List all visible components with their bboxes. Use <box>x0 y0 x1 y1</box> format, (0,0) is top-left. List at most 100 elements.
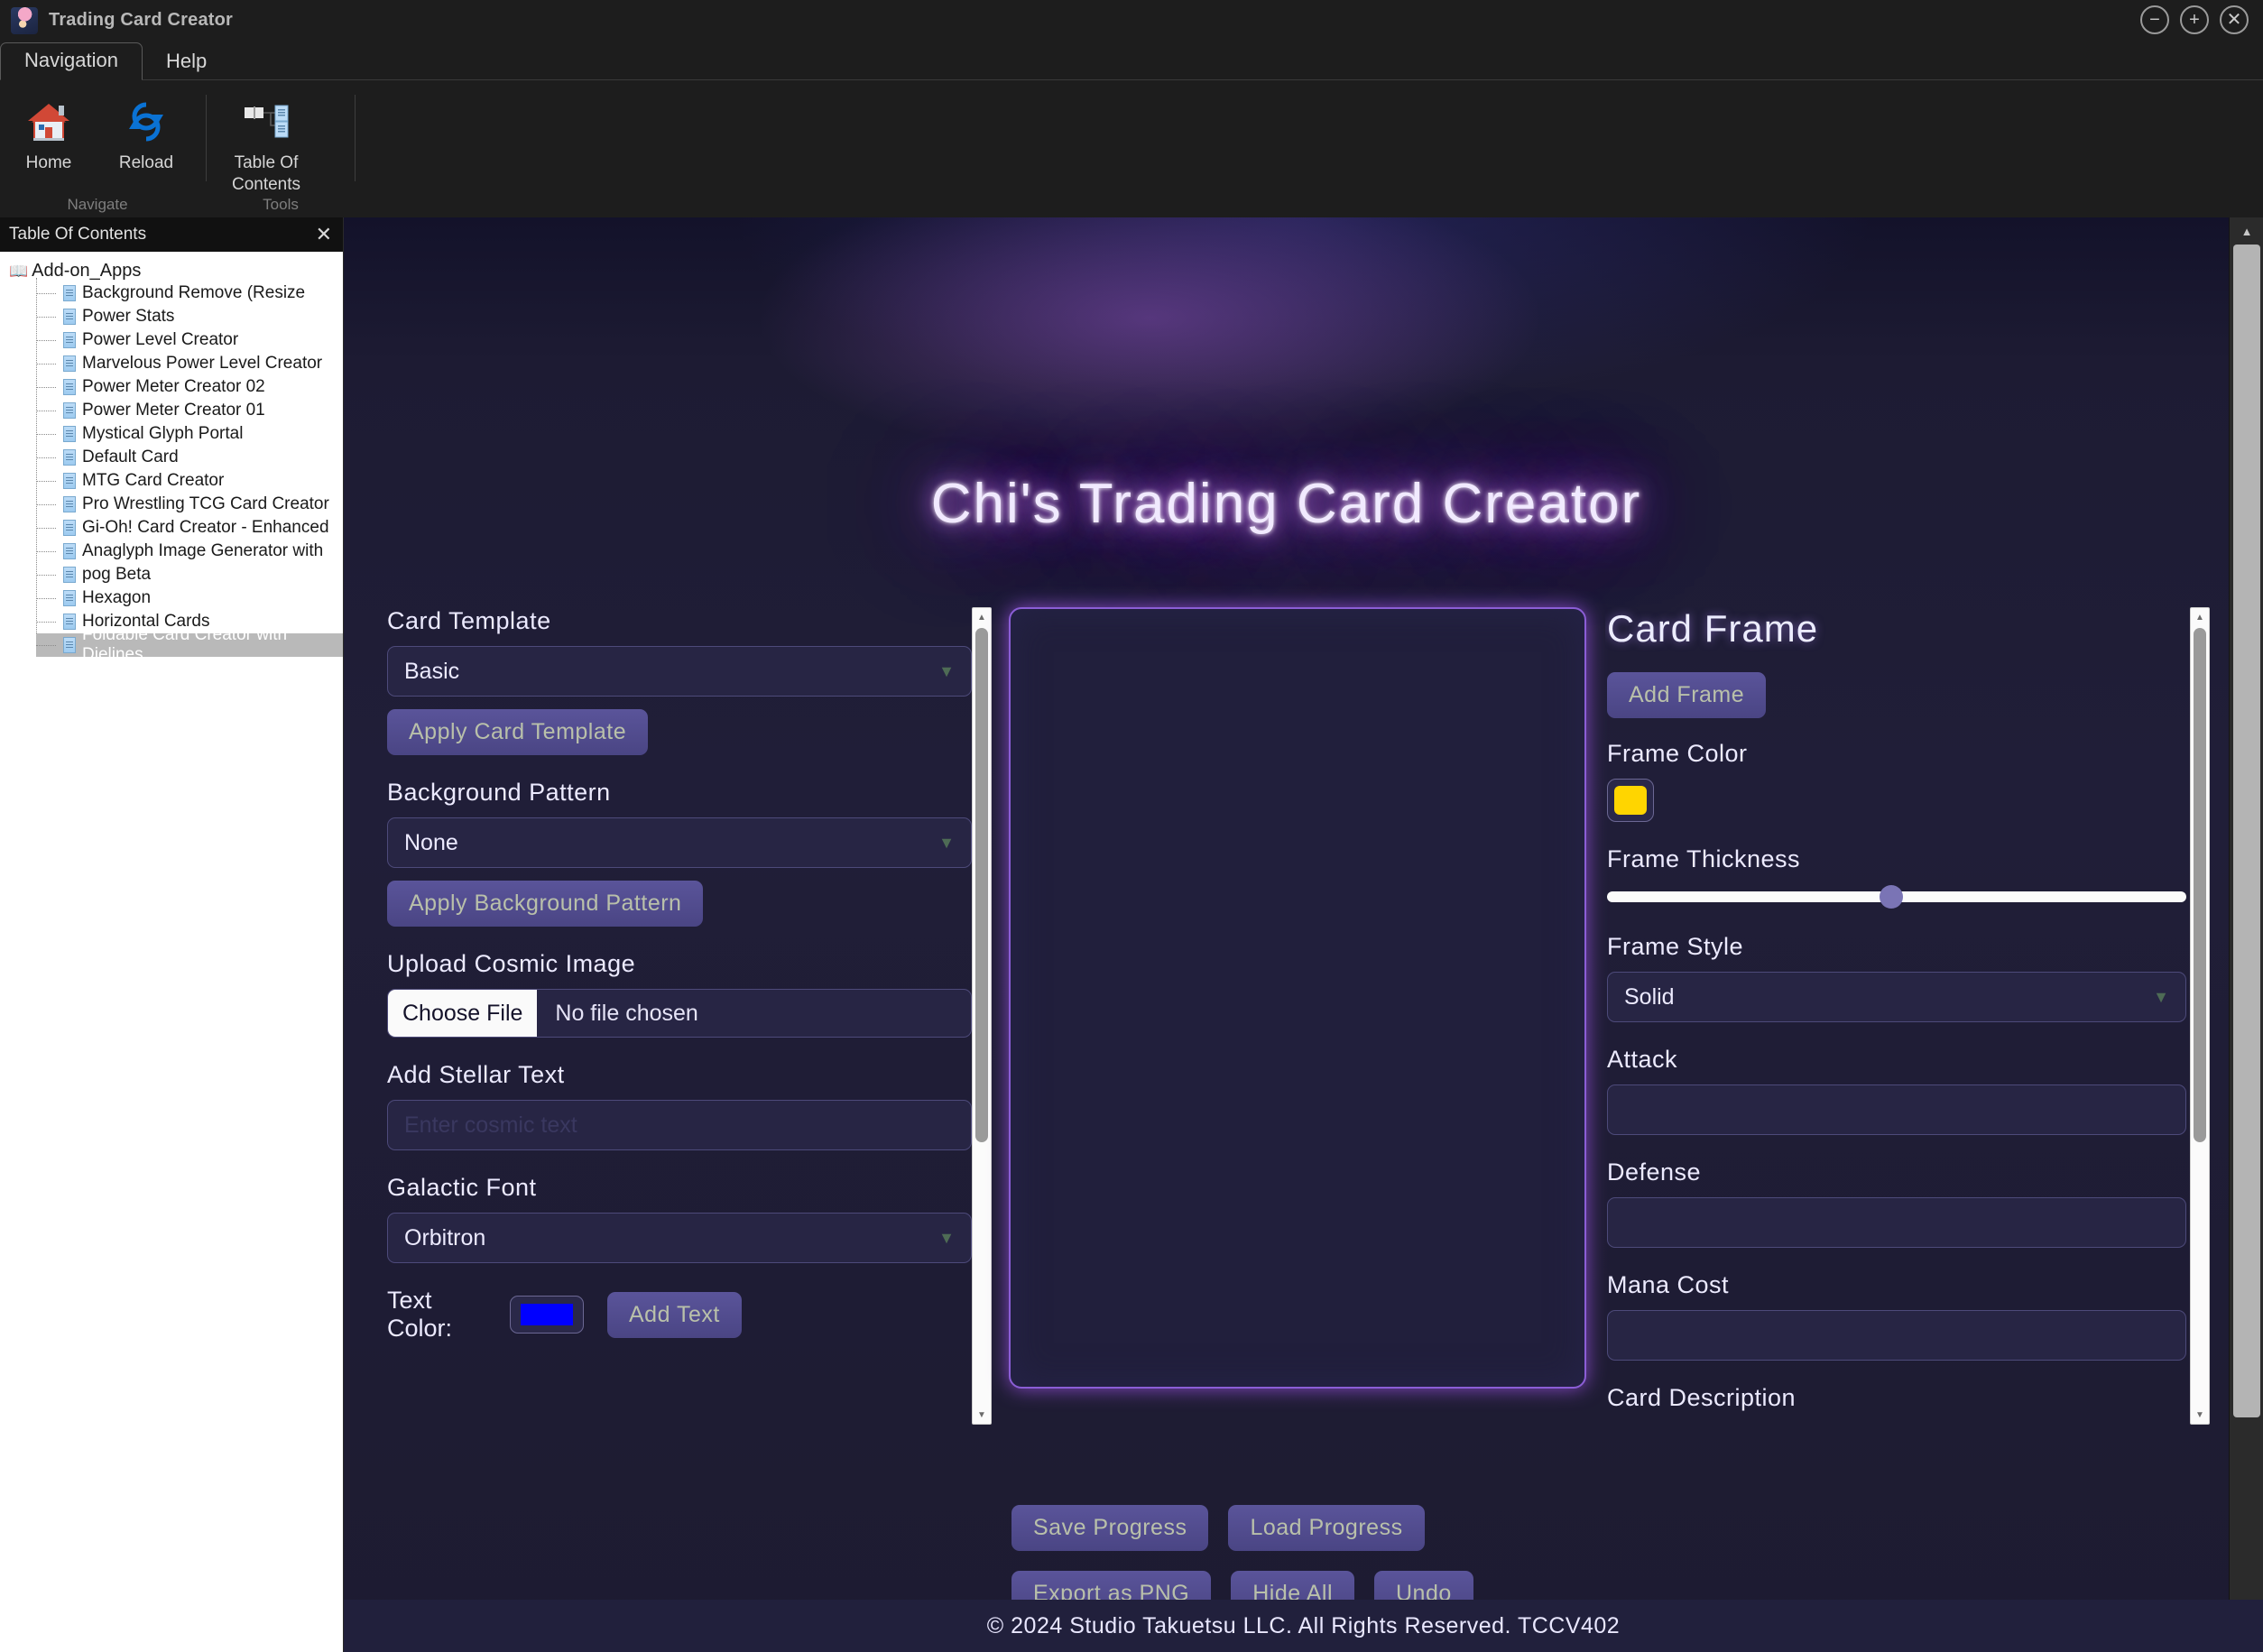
apply-card-template-button[interactable]: Apply Card Template <box>387 709 649 755</box>
galactic-font-value: Orbitron <box>404 1224 486 1251</box>
background-pattern-select[interactable]: None ▼ <box>387 817 972 868</box>
ribbon-button-home[interactable]: Home <box>0 93 97 174</box>
galactic-font-field: Galactic Font Orbitron ▼ <box>387 1174 972 1263</box>
toc-root-label: Add-on_Apps <box>32 261 142 281</box>
list-item[interactable]: pog Beta <box>36 563 343 586</box>
mana-cost-input[interactable] <box>1607 1310 2186 1361</box>
frame-thickness-slider[interactable] <box>1607 884 2186 909</box>
save-progress-button[interactable]: Save Progress <box>1011 1505 1209 1551</box>
list-item[interactable]: Hexagon <box>36 586 343 610</box>
frame-style-select[interactable]: Solid ▼ <box>1607 972 2186 1022</box>
galactic-font-select[interactable]: Orbitron ▼ <box>387 1213 972 1263</box>
toc-item-label: Hexagon <box>82 588 152 607</box>
document-icon <box>63 402 76 419</box>
card-template-select[interactable]: Basic ▼ <box>387 646 972 697</box>
list-item[interactable]: Default Card <box>36 446 343 469</box>
tab-help[interactable]: Help <box>143 44 230 80</box>
text-color-picker[interactable] <box>510 1296 584 1334</box>
chevron-down-icon: ▼ <box>938 661 955 680</box>
frame-color-field: Frame Color <box>1607 740 2186 822</box>
list-item[interactable]: Pro Wrestling TCG Card Creator <box>36 493 343 516</box>
toc-item-label: Gi-Oh! Card Creator - Enhanced <box>82 518 329 537</box>
document-icon <box>63 614 76 630</box>
list-item[interactable]: Mystical Glyph Portal <box>36 422 343 446</box>
document-icon <box>63 567 76 583</box>
list-item-selected[interactable]: Foldable Card Creator with Dielines <box>36 625 343 664</box>
card-preview-canvas[interactable] <box>1009 607 1586 1389</box>
scroll-up-icon[interactable]: ▲ <box>973 608 991 626</box>
galactic-font-label: Galactic Font <box>387 1174 537 1201</box>
choose-file-button[interactable]: Choose File <box>388 990 538 1037</box>
frame-color-picker[interactable] <box>1607 779 1654 822</box>
tab-navigation[interactable]: Navigation <box>0 42 143 80</box>
stellar-text-field: Add Stellar Text <box>387 1061 972 1150</box>
add-frame-button[interactable]: Add Frame <box>1607 672 1767 718</box>
slider-knob[interactable] <box>1879 885 1903 909</box>
window-title: Trading Card Creator <box>49 10 234 30</box>
ribbon-group-navigate: Home Reload Navigate <box>0 80 195 217</box>
list-item[interactable]: Anaglyph Image Generator with <box>36 540 343 563</box>
toc-title: Table Of Contents <box>9 225 147 244</box>
window-controls: − + ✕ <box>2140 5 2249 34</box>
toc-root-node[interactable]: 📖 Add-on_Apps <box>9 261 343 281</box>
main-content-area: Chi's Trading Card Creator Card Template… <box>344 217 2263 1652</box>
title-bar: Trading Card Creator − + ✕ <box>0 0 2263 41</box>
list-item[interactable]: Marvelous Power Level Creator <box>36 352 343 375</box>
apply-background-pattern-button[interactable]: Apply Background Pattern <box>387 881 704 927</box>
ribbon-tab-strip: Navigation Help <box>0 41 2263 80</box>
toc-header: Table Of Contents ✕ <box>0 217 343 252</box>
document-icon <box>63 449 76 466</box>
toc-list: Background Remove (Resize Power Stats Po… <box>36 278 343 664</box>
list-item[interactable]: Gi-Oh! Card Creator - Enhanced <box>36 516 343 540</box>
table-of-contents-panel: Table Of Contents ✕ 📖 Add-on_Apps Backgr… <box>0 217 344 1652</box>
application-window: Trading Card Creator − + ✕ Navigation He… <box>0 0 2263 1652</box>
card-template-field: Card Template Basic ▼ Apply Card Templat… <box>387 607 972 755</box>
minimize-button[interactable]: − <box>2140 5 2169 34</box>
list-item[interactable]: Power Level Creator <box>36 328 343 352</box>
load-progress-button[interactable]: Load Progress <box>1228 1505 1425 1551</box>
ribbon-button-reload[interactable]: Reload <box>97 93 195 174</box>
toc-item-label: Power Level Creator <box>82 330 239 349</box>
list-item[interactable]: Power Meter Creator 01 <box>36 399 343 422</box>
attack-label: Attack <box>1607 1046 1678 1073</box>
add-text-button[interactable]: Add Text <box>607 1291 742 1338</box>
scroll-down-icon[interactable]: ▼ <box>973 1406 991 1424</box>
close-icon[interactable]: ✕ <box>316 225 332 245</box>
list-item[interactable]: Power Meter Creator 02 <box>36 375 343 399</box>
upload-cosmic-image-label: Upload Cosmic Image <box>387 950 636 977</box>
ribbon-button-table-of-contents-label: Table Of Contents <box>231 153 301 194</box>
defense-label: Defense <box>1607 1158 1702 1186</box>
scroll-thumb[interactable] <box>2233 245 2260 1417</box>
document-icon <box>63 473 76 489</box>
toc-item-label: Mystical Glyph Portal <box>82 424 244 443</box>
document-icon <box>63 543 76 559</box>
document-icon <box>63 309 76 325</box>
page-title: Chi's Trading Card Creator <box>930 473 1642 535</box>
page-scrollbar[interactable]: ▲ ▼ <box>2229 217 2263 1652</box>
scroll-up-icon[interactable]: ▲ <box>2230 217 2263 245</box>
document-icon <box>63 496 76 512</box>
list-item[interactable]: MTG Card Creator <box>36 469 343 493</box>
text-color-swatch <box>521 1304 573 1326</box>
attack-input[interactable] <box>1607 1084 2186 1135</box>
stellar-text-input[interactable] <box>387 1100 972 1150</box>
document-icon <box>63 332 76 348</box>
scroll-down-icon[interactable]: ▼ <box>2191 1406 2209 1424</box>
maximize-button[interactable]: + <box>2180 5 2209 34</box>
close-button[interactable]: ✕ <box>2220 5 2249 34</box>
document-icon <box>63 426 76 442</box>
right-panel-scrollbar[interactable]: ▲ ▼ <box>2190 607 2210 1425</box>
card-frame-title: Card Frame <box>1607 607 1819 650</box>
defense-input[interactable] <box>1607 1197 2186 1248</box>
scroll-thumb[interactable] <box>975 628 988 1142</box>
list-item[interactable]: Background Remove (Resize <box>36 281 343 305</box>
scroll-thumb[interactable] <box>2194 628 2206 1142</box>
file-upload-row[interactable]: Choose File No file chosen <box>387 989 972 1038</box>
list-item[interactable]: Power Stats <box>36 305 343 328</box>
toc-item-label: Pro Wrestling TCG Card Creator <box>82 494 329 513</box>
scroll-up-icon[interactable]: ▲ <box>2191 608 2209 626</box>
chevron-down-icon: ▼ <box>2153 987 2169 1006</box>
ribbon-separator-1 <box>206 95 207 181</box>
left-panel-scrollbar[interactable]: ▲ ▼ <box>972 607 992 1425</box>
ribbon-button-table-of-contents[interactable]: Table Of Contents <box>217 93 315 196</box>
